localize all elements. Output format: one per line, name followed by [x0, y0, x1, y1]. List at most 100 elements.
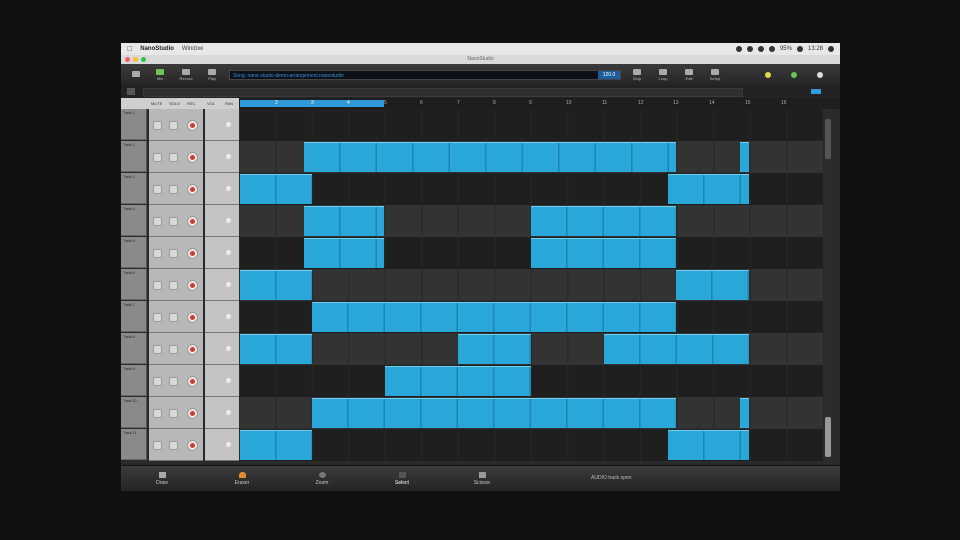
play-button[interactable]: Play [201, 66, 223, 83]
draw-tool-button[interactable]: Draw [137, 469, 187, 489]
edit-button[interactable]: Edit [678, 66, 700, 83]
mute-button[interactable] [153, 121, 162, 130]
maximize-icon[interactable] [141, 56, 146, 62]
track-name[interactable]: Track 2 [121, 141, 147, 172]
track-name[interactable]: Track 1 [121, 109, 147, 140]
solo-button[interactable] [169, 313, 178, 322]
record-arm-button[interactable] [187, 184, 198, 195]
minimize-icon[interactable] [133, 56, 138, 62]
audio-clip[interactable] [668, 430, 749, 460]
mute-button[interactable] [153, 153, 162, 162]
track-lane[interactable] [240, 173, 823, 205]
eraser-tool-button[interactable]: Eraser [217, 469, 267, 489]
select-tool-button[interactable]: Select [377, 469, 427, 489]
audio-clip[interactable] [312, 398, 676, 428]
volume-knob[interactable] [205, 301, 239, 333]
close-icon[interactable] [125, 56, 130, 62]
volume-knob[interactable] [205, 365, 239, 397]
track-lane[interactable] [240, 205, 823, 237]
settings-icon[interactable] [817, 72, 823, 78]
track-name[interactable]: Track 6 [121, 269, 147, 300]
mute-button[interactable] [153, 409, 162, 418]
stop-button[interactable]: Stop [626, 66, 648, 83]
track-lane[interactable] [240, 237, 823, 269]
audio-clip[interactable] [240, 270, 312, 300]
record-button[interactable]: Record [175, 66, 197, 83]
song-display[interactable]: Song: nano-studio-demo-arrangement.nanos… [229, 70, 621, 80]
track-lane[interactable] [240, 365, 823, 397]
volume-knob[interactable] [205, 429, 239, 461]
track-name[interactable]: Track 4 [121, 205, 147, 236]
sync-icon[interactable] [791, 72, 797, 78]
audio-clip[interactable] [385, 366, 531, 396]
record-arm-button[interactable] [187, 408, 198, 419]
volume-knob[interactable] [205, 333, 239, 365]
audio-clip[interactable] [740, 398, 749, 428]
timeline-ruler[interactable]: MUTE SOLO REC VOL PAN 2 3 4 5 6 7 8 9 10… [121, 98, 840, 109]
scissor-tool-button[interactable]: Scissor [457, 469, 507, 489]
audio-clip[interactable] [604, 334, 749, 364]
solo-button[interactable] [169, 281, 178, 290]
record-arm-button[interactable] [187, 152, 198, 163]
record-arm-button[interactable] [187, 216, 198, 227]
track-lane[interactable] [240, 301, 823, 333]
menu-button[interactable] [125, 66, 147, 83]
mute-button[interactable] [153, 281, 162, 290]
mute-button[interactable] [153, 377, 162, 386]
track-name[interactable]: Track 5 [121, 237, 147, 268]
track-name[interactable]: Track 3 [121, 173, 147, 204]
mute-button[interactable] [153, 249, 162, 258]
audio-clip[interactable] [531, 206, 676, 236]
overview-strip[interactable] [143, 88, 743, 97]
status-icon[interactable] [757, 46, 764, 52]
audio-clip[interactable] [240, 174, 312, 204]
tempo-display[interactable]: 120.0 [598, 71, 620, 79]
zoom-tool-button[interactable]: Zoom [297, 469, 347, 489]
battery-text[interactable]: 95% [780, 46, 792, 52]
scroll-thumb[interactable] [825, 119, 831, 159]
solo-button[interactable] [169, 185, 178, 194]
record-arm-button[interactable] [187, 344, 198, 355]
mute-button[interactable] [153, 217, 162, 226]
mute-button[interactable] [153, 441, 162, 450]
user-icon[interactable] [828, 46, 834, 52]
apple-icon[interactable]:  [127, 46, 132, 53]
volume-knob[interactable] [205, 269, 239, 301]
volume-knob[interactable] [205, 173, 239, 205]
mix-button[interactable]: Mix [149, 66, 171, 83]
track-name[interactable]: Track 9 [121, 365, 147, 396]
mute-button[interactable] [153, 313, 162, 322]
menubar-window-menu[interactable]: Window [182, 46, 203, 52]
record-arm-button[interactable] [187, 280, 198, 291]
volume-knob[interactable] [205, 397, 239, 429]
audio-clip[interactable] [240, 430, 312, 460]
audio-clip[interactable] [304, 206, 384, 236]
track-name[interactable]: Track 10 [121, 397, 147, 428]
status-icon[interactable] [746, 46, 753, 52]
status-icon[interactable] [735, 46, 742, 52]
volume-knob[interactable] [205, 109, 239, 141]
volume-knob[interactable] [205, 205, 239, 237]
solo-button[interactable] [169, 153, 178, 162]
track-name[interactable]: Track 8 [121, 333, 147, 364]
audio-clip[interactable] [676, 270, 749, 300]
audio-clip[interactable] [304, 238, 384, 268]
audio-clip[interactable] [531, 238, 676, 268]
audio-clip[interactable] [304, 142, 676, 172]
zoom-icon[interactable] [811, 89, 821, 94]
track-lane[interactable] [240, 397, 823, 429]
metronome-icon[interactable] [765, 72, 771, 78]
battery-icon[interactable] [796, 46, 803, 52]
record-arm-button[interactable] [187, 440, 198, 451]
solo-button[interactable] [169, 409, 178, 418]
track-lane[interactable] [240, 333, 823, 365]
loop-button[interactable]: Loop [652, 66, 674, 83]
record-arm-button[interactable] [187, 248, 198, 259]
audio-clip[interactable] [458, 334, 531, 364]
solo-button[interactable] [169, 249, 178, 258]
solo-button[interactable] [169, 441, 178, 450]
scroll-thumb[interactable] [825, 417, 831, 457]
mute-button[interactable] [153, 345, 162, 354]
record-arm-button[interactable] [187, 312, 198, 323]
setup-button[interactable]: Setup [704, 66, 726, 83]
